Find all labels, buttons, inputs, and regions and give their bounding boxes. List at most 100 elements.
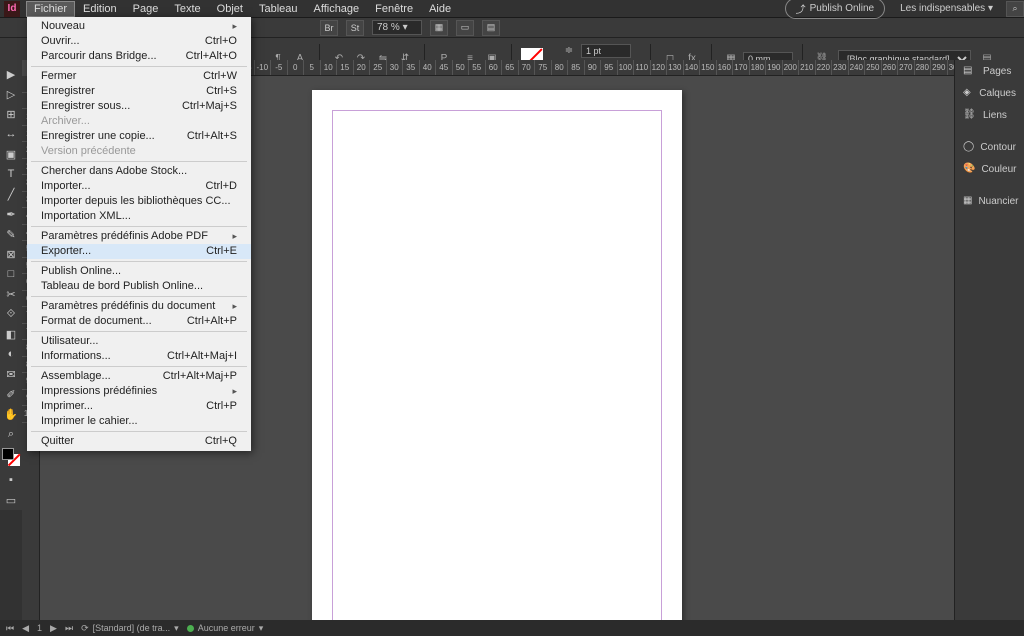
panel-calques[interactable]: ◈ Calques — [955, 82, 1024, 104]
zoom-tool[interactable]: ⌕ — [0, 424, 22, 444]
free-transform-tool[interactable]: ⟐ — [0, 304, 22, 324]
gradient-feather-tool[interactable]: ◐ — [0, 344, 22, 364]
preflight-status[interactable]: Aucune erreur ▾ — [187, 623, 264, 634]
selection-tool[interactable]: ▶ — [0, 64, 22, 84]
eyedropper-tool[interactable]: ✐ — [0, 384, 22, 404]
menu-separator — [31, 296, 247, 297]
file-menu-dropdown: NouveauOuvrir...Ctrl+OParcourir dans Bri… — [27, 17, 251, 451]
pages-icon: ▤ — [963, 65, 977, 77]
note-tool[interactable]: ✉ — [0, 364, 22, 384]
menu-item-nouveau[interactable]: Nouveau — [27, 19, 251, 34]
stroke-weight-input[interactable] — [581, 44, 631, 58]
right-panel-dock: ▤Pages ◈ Calques⛓ Liens ◯ Contour 🎨 Couleur ▦Nua… — [954, 60, 1024, 620]
menu-texte[interactable]: Texte — [166, 1, 208, 17]
page-number[interactable]: 1 — [37, 623, 42, 633]
screen-mode-tool[interactable]: ▭ — [0, 490, 22, 510]
menu-item-chercher-dans-adobe-stock[interactable]: Chercher dans Adobe Stock... — [27, 164, 251, 179]
panel-pages[interactable]: ▤Pages — [955, 60, 1024, 82]
menu-item-quitter[interactable]: QuitterCtrl+Q — [27, 434, 251, 449]
menu-item-enregistrer-une-copie[interactable]: Enregistrer une copie...Ctrl+Alt+S — [27, 129, 251, 144]
menu-item-importer-depuis-les-biblioth-ques-cc[interactable]: Importer depuis les bibliothèques CC... — [27, 194, 251, 209]
menu-item-utilisateur[interactable]: Utilisateur... — [27, 334, 251, 349]
apply-color-icon[interactable]: ▪ — [0, 470, 22, 490]
content-collector-tool[interactable]: ▣ — [0, 144, 22, 164]
rectangle-frame-tool[interactable]: ⊠ — [0, 244, 22, 264]
workspace-dropdown[interactable]: Les indispensables ▾ — [893, 0, 1000, 17]
menu-item-param-tres-pr-d-finis-du-document[interactable]: Paramètres prédéfinis du document — [27, 299, 251, 314]
stroke-weight-icon: ≑ — [559, 42, 579, 60]
panel-couleur[interactable]: 🎨 Couleur — [955, 158, 1024, 180]
pen-tool[interactable]: ✒ — [0, 204, 22, 224]
menu-affichage[interactable]: Affichage — [306, 1, 368, 17]
page-nav-prev-icon[interactable]: ◀ — [22, 623, 29, 634]
page-nav-first-icon[interactable]: ⏮ — [6, 623, 14, 634]
scissors-tool[interactable]: ✂ — [0, 284, 22, 304]
page-nav-last-icon[interactable]: ⏭ — [65, 623, 73, 634]
menu-fichier[interactable]: Fichier — [26, 1, 75, 17]
bridge-icon[interactable]: Br — [320, 20, 338, 36]
panel-liens[interactable]: ⛓ Liens — [955, 104, 1024, 126]
stock-icon[interactable]: St — [346, 20, 364, 36]
page-tool[interactable]: ⊞ — [0, 104, 22, 124]
menu-item-assemblage[interactable]: Assemblage...Ctrl+Alt+Maj+P — [27, 369, 251, 384]
menu-separator — [31, 161, 247, 162]
direct-selection-tool[interactable]: ▷ — [0, 84, 22, 104]
panel-label: Calques — [979, 88, 1016, 99]
liens-icon: ⛓ — [963, 109, 977, 121]
menu-aide[interactable]: Aide — [421, 1, 459, 17]
screen-mode-icon[interactable]: ▭ — [456, 20, 474, 36]
menu-item-informations[interactable]: Informations...Ctrl+Alt+Maj+I — [27, 349, 251, 364]
arrange-icon[interactable]: ▤ — [482, 20, 500, 36]
menu-item-enregistrer-sous[interactable]: Enregistrer sous...Ctrl+Maj+S — [27, 99, 251, 114]
gap-tool[interactable]: ↔ — [0, 124, 22, 144]
publish-label: Publish Online — [810, 3, 874, 14]
nuancier-icon: ▦ — [963, 195, 972, 207]
menu-fenêtre[interactable]: Fenêtre — [367, 1, 421, 17]
panel-contour[interactable]: ◯ Contour — [955, 136, 1024, 158]
line-tool[interactable]: ╱ — [0, 184, 22, 204]
zoom-level[interactable]: 78 % ▾ — [372, 20, 422, 35]
menu-item-version-pr-c-dente: Version précédente — [27, 144, 251, 159]
tool-panel: ▶ ▷ ⊞ ↔ ▣ T ╱ ✒ ✎ ⊠ □ ✂ ⟐ ◧ ◐ ✉ ✐ ✋ ⌕ ▪ … — [0, 60, 22, 510]
panel-nuancier[interactable]: ▦Nuancier — [955, 190, 1024, 212]
menu-item-exporter[interactable]: Exporter...Ctrl+E — [27, 244, 251, 259]
panel-label: Couleur — [981, 164, 1016, 175]
contour-icon: ◯ — [963, 141, 974, 153]
search-icon[interactable]: ⌕ — [1006, 1, 1024, 17]
panel-label: Liens — [983, 110, 1007, 121]
menu-item-enregistrer[interactable]: EnregistrerCtrl+S — [27, 84, 251, 99]
menu-item-imprimer[interactable]: Imprimer...Ctrl+P — [27, 399, 251, 414]
menu-edition[interactable]: Edition — [75, 1, 125, 17]
menu-item-param-tres-pr-d-finis-adobe-pdf[interactable]: Paramètres prédéfinis Adobe PDF — [27, 229, 251, 244]
view-mode-icon[interactable]: ▦ — [430, 20, 448, 36]
type-tool[interactable]: T — [0, 164, 22, 184]
fill-stroke-swatch[interactable] — [2, 448, 20, 466]
layout-name[interactable]: ⟳ [Standard] (de tra... ▾ — [81, 623, 179, 634]
menu-item-parcourir-dans-bridge[interactable]: Parcourir dans Bridge...Ctrl+Alt+O — [27, 49, 251, 64]
menu-item-archiver: Archiver... — [27, 114, 251, 129]
menu-item-importation-xml[interactable]: Importation XML... — [27, 209, 251, 224]
pencil-tool[interactable]: ✎ — [0, 224, 22, 244]
menu-objet[interactable]: Objet — [209, 1, 251, 17]
page-nav-next-icon[interactable]: ▶ — [50, 623, 57, 634]
hand-tool[interactable]: ✋ — [0, 404, 22, 424]
menu-item-format-de-document[interactable]: Format de document...Ctrl+Alt+P — [27, 314, 251, 329]
calques-icon: ◈ — [963, 87, 973, 99]
gradient-swatch-tool[interactable]: ◧ — [0, 324, 22, 344]
menu-separator — [31, 226, 247, 227]
menu-item-impressions-pr-d-finies[interactable]: Impressions prédéfinies — [27, 384, 251, 399]
menu-item-imprimer-le-cahier[interactable]: Imprimer le cahier... — [27, 414, 251, 429]
couleur-icon: 🎨 — [963, 163, 975, 175]
publish-online-button[interactable]: ⤴ Publish Online — [785, 0, 885, 19]
document-page[interactable] — [312, 90, 682, 620]
menu-page[interactable]: Page — [125, 1, 167, 17]
status-bar: ⏮ ◀ 1 ▶ ⏭ ⟳ [Standard] (de tra... ▾ Aucu… — [0, 620, 1024, 636]
menu-item-tableau-de-bord-publish-online[interactable]: Tableau de bord Publish Online... — [27, 279, 251, 294]
rectangle-tool[interactable]: □ — [0, 264, 22, 284]
menu-tableau[interactable]: Tableau — [251, 1, 306, 17]
menu-item-ouvrir[interactable]: Ouvrir...Ctrl+O — [27, 34, 251, 49]
panel-label: Contour — [980, 142, 1016, 153]
menu-item-publish-online[interactable]: Publish Online... — [27, 264, 251, 279]
menu-item-importer[interactable]: Importer...Ctrl+D — [27, 179, 251, 194]
menu-item-fermer[interactable]: FermerCtrl+W — [27, 69, 251, 84]
